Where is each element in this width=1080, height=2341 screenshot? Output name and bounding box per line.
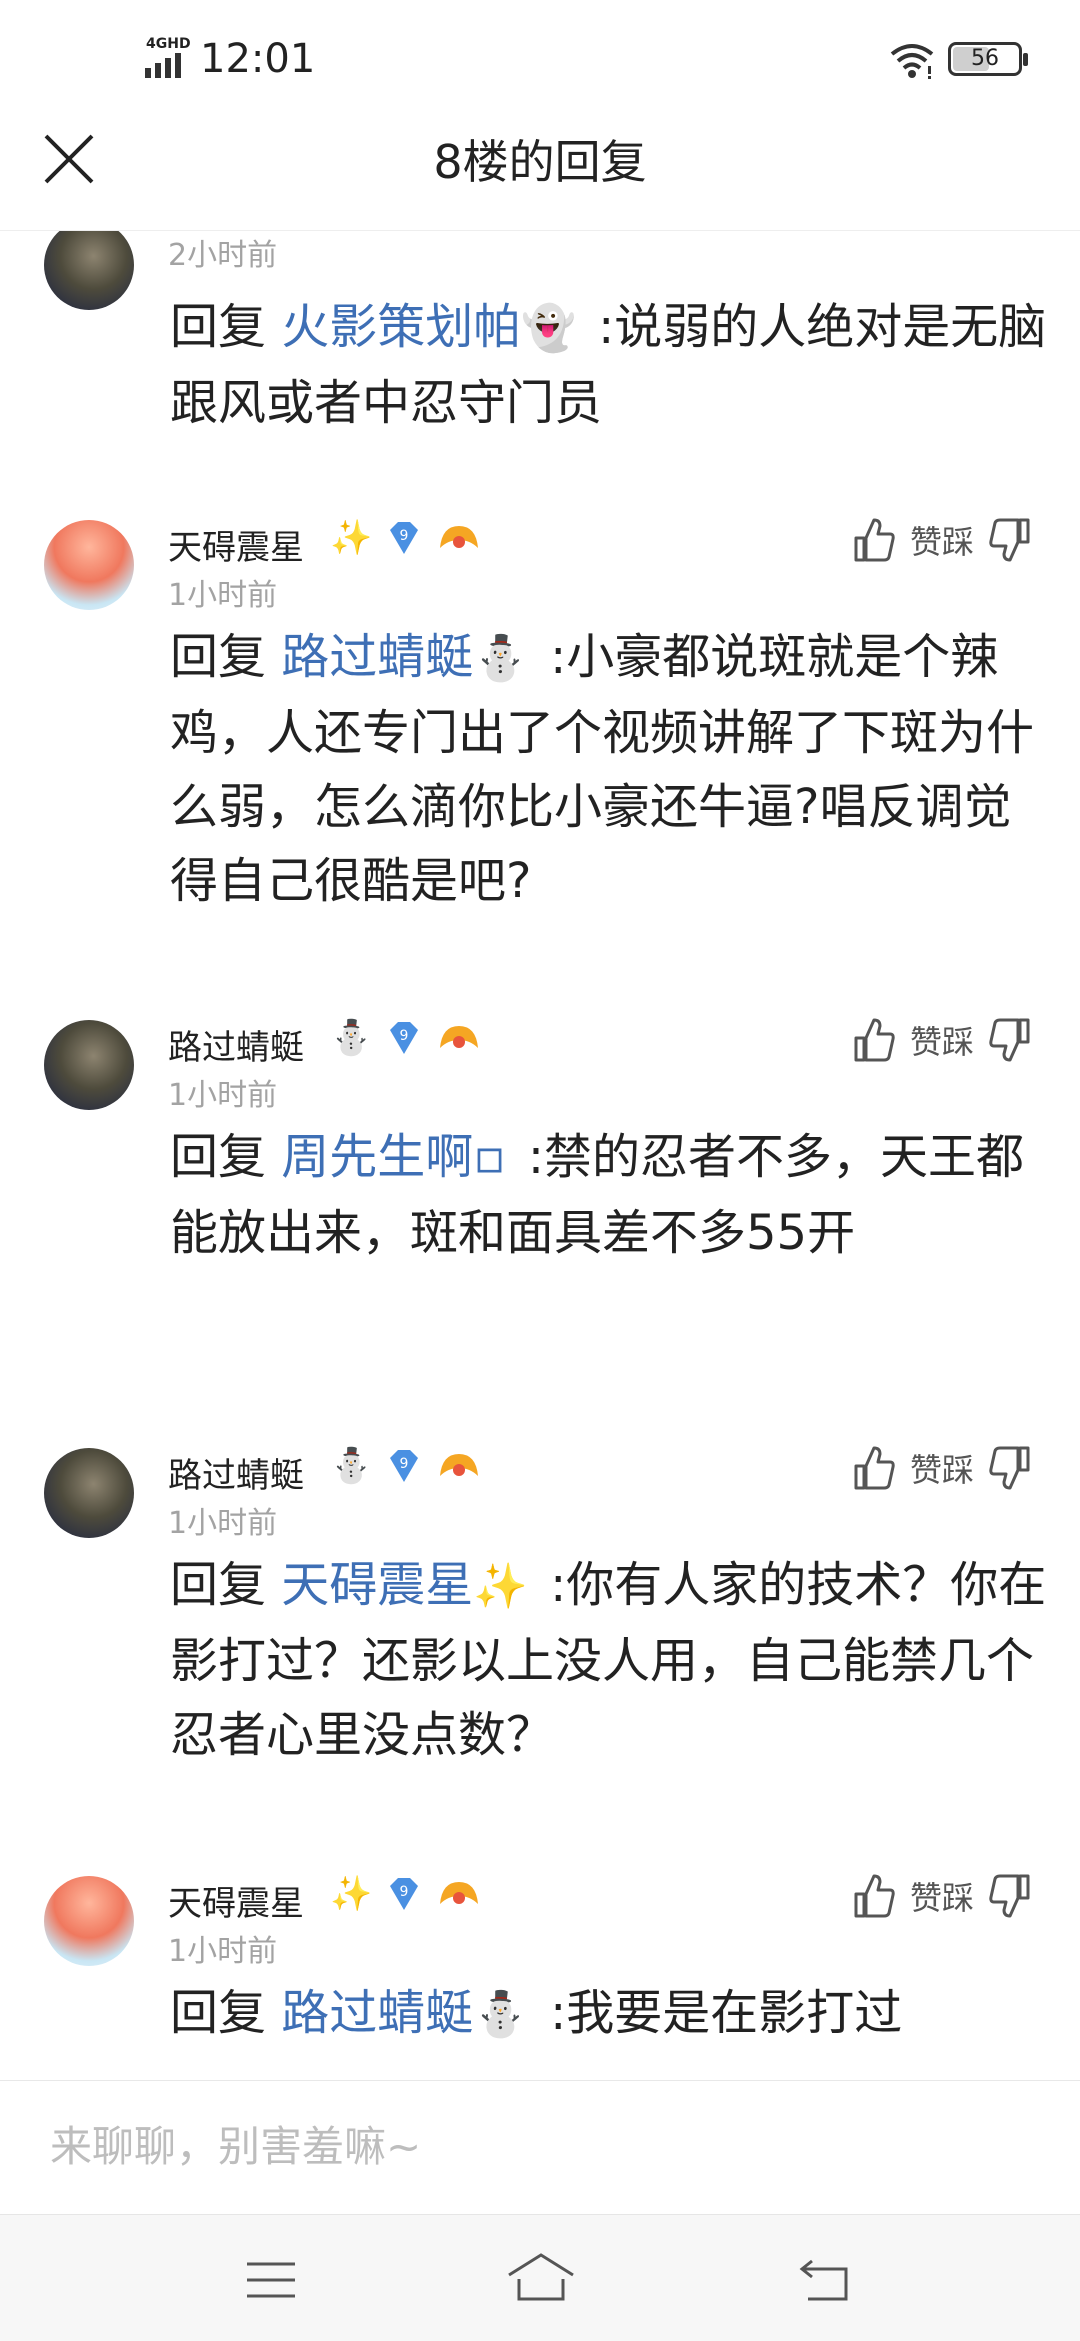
reply-body: :我要是在影打过 [550,1985,903,2041]
reply-item: 路过蜻蜓 ⛄ 9 1小时前 赞踩 回复 天碍震星✨:你有人家的技术？你在影打过… [0,1446,1080,1808]
ghost-emoji-icon: 👻 [521,303,577,354]
reply-item: 天碍震星 ✨ 9 1小时前 赞踩 回复 路过蜻蜓⛄:小豪都说斑就是个辣鸡，人还… [0,518,1080,940]
sparkles-emoji-icon: ✨ [473,1561,529,1612]
clock: 12:01 [200,36,316,82]
reply-text: 回复 周先生啊▫:禁的忍者不多，天王都能放出来，斑和面具差不多55开 [170,1120,1050,1270]
battery-level: 56 [971,46,999,71]
like-label[interactable]: 赞 [910,1445,942,1491]
home-icon[interactable] [505,2251,577,2303]
thumbs-down-icon[interactable] [988,1444,1032,1492]
battery-icon: 56 [948,42,1028,76]
dislike-label[interactable]: 踩 [942,517,974,563]
svg-text:9: 9 [400,1456,409,1472]
status-bar: 4GHD 12:01 56 [0,0,1080,120]
user-badges: ⛄ 9 [330,1018,482,1058]
reply-item: 2小时前 回复 火影策划帕👻:说弱的人绝对是无脑跟风或者中忍守门员 [0,230,1080,510]
vote-actions: 赞踩 [852,1872,1032,1920]
mention-link[interactable]: 火影策划帕 [281,299,521,355]
reply-prefix: 回复 [170,1129,267,1185]
mention-link[interactable]: 周先生啊▫ [281,1129,506,1185]
mention-link[interactable]: 路过蜻蜓 [281,629,473,685]
reply-list[interactable]: 2小时前 回复 火影策划帕👻:说弱的人绝对是无脑跟风或者中忍守门员 天碍震星 ✨… [0,230,1080,2080]
reply-text: 回复 天碍震星✨:你有人家的技术？你在影打过？还影以上没人用，自己能禁几个忍者心… [170,1548,1050,1772]
like-label[interactable]: 赞 [910,1017,942,1063]
mention-link[interactable]: 天碍震星 [281,1557,473,1613]
avatar[interactable] [44,230,134,310]
comment-input[interactable]: 来聊聊，别害羞嘛~ [50,2107,1010,2187]
snowman-emoji-icon: ⛄ [473,633,529,684]
reply-item: 路过蜻蜓 ⛄ 9 1小时前 赞踩 回复 周先生啊▫:禁的忍者不多，天王都能放出… [0,1018,1080,1380]
fan-badge-icon [440,1882,479,1904]
snowman-icon: ⛄ [330,1018,373,1058]
avatar[interactable] [44,1020,134,1110]
level-badge-icon: 9 [390,1878,419,1910]
user-badges: ✨ 9 [330,518,482,558]
reply-time: 2小时前 [168,238,278,273]
wifi-icon [890,44,934,79]
reply-text: 回复 路过蜻蜓⛄:小豪都说斑就是个辣鸡，人还专门出了个视频讲解了下斑为什么弱，怎… [170,620,1050,918]
page-title: 8楼的回复 [433,135,647,189]
fan-badge-icon [440,1454,479,1476]
svg-text:9: 9 [400,1028,409,1044]
dislike-label[interactable]: 踩 [942,1445,974,1491]
thumbs-up-icon[interactable] [852,1016,896,1064]
like-label[interactable]: 赞 [910,517,942,563]
reply-prefix: 回复 [170,299,267,355]
level-badge-icon: 9 [390,1450,419,1482]
svg-text:9: 9 [400,1884,409,1900]
reply-time: 1小时前 [168,1934,278,1969]
thumbs-up-icon[interactable] [852,1444,896,1492]
username[interactable]: 天碍震星 [168,520,304,569]
reply-time: 1小时前 [168,578,278,613]
avatar[interactable] [44,520,134,610]
avatar[interactable] [44,1448,134,1538]
reply-time: 1小时前 [168,1506,278,1541]
thumbs-down-icon[interactable] [988,516,1032,564]
mention-link[interactable]: 路过蜻蜓 [281,1985,473,2041]
thumbs-up-icon[interactable] [852,516,896,564]
back-icon[interactable] [798,2257,852,2303]
dislike-label[interactable]: 踩 [942,1017,974,1063]
vote-actions: 赞踩 [852,1444,1032,1492]
vote-actions: 赞踩 [852,1016,1032,1064]
avatar[interactable] [44,1876,134,1966]
dislike-label[interactable]: 踩 [942,1873,974,1919]
thumbs-down-icon[interactable] [988,1872,1032,1920]
username[interactable]: 路过蜻蜓 [168,1448,304,1497]
system-nav-bar [0,2214,1080,2341]
menu-icon[interactable] [245,2260,297,2300]
reply-text: 回复 火影策划帕👻:说弱的人绝对是无脑跟风或者中忍守门员 [170,290,1050,440]
level-badge-icon: 9 [390,522,419,554]
snowman-icon: ⛄ [330,1446,373,1486]
reply-prefix: 回复 [170,629,267,685]
username[interactable]: 天碍震星 [168,1876,304,1925]
reply-time: 1小时前 [168,1078,278,1113]
fan-badge-icon [440,1026,479,1048]
network-type: 4GHD [146,36,191,52]
level-badge-icon: 9 [390,1022,419,1054]
reply-prefix: 回复 [170,1985,267,2041]
user-badges: ⛄ 9 [330,1446,482,1486]
reply-text: 回复 路过蜻蜓⛄ :我要是在影打过 [170,1976,1050,2052]
user-badges: ✨ 9 [330,1874,482,1914]
sparkles-icon: ✨ [330,518,373,558]
username[interactable]: 路过蜻蜓 [168,1020,304,1069]
reply-item: 天碍震星 ✨ 9 1小时前 赞踩 回复 路过蜻蜓⛄ :我要是在影打过 [0,1874,1080,2080]
fan-badge-icon [440,526,479,548]
comment-input-bar: 来聊聊，别害羞嘛~ [0,2080,1080,2215]
sparkles-icon: ✨ [330,1874,373,1914]
thumbs-up-icon[interactable] [852,1872,896,1920]
vote-actions: 赞踩 [852,516,1032,564]
thumbs-down-icon[interactable] [988,1016,1032,1064]
reply-prefix: 回复 [170,1557,267,1613]
like-label[interactable]: 赞 [910,1873,942,1919]
snowman-emoji-icon: ⛄ [473,1989,529,2040]
svg-text:9: 9 [400,528,409,544]
